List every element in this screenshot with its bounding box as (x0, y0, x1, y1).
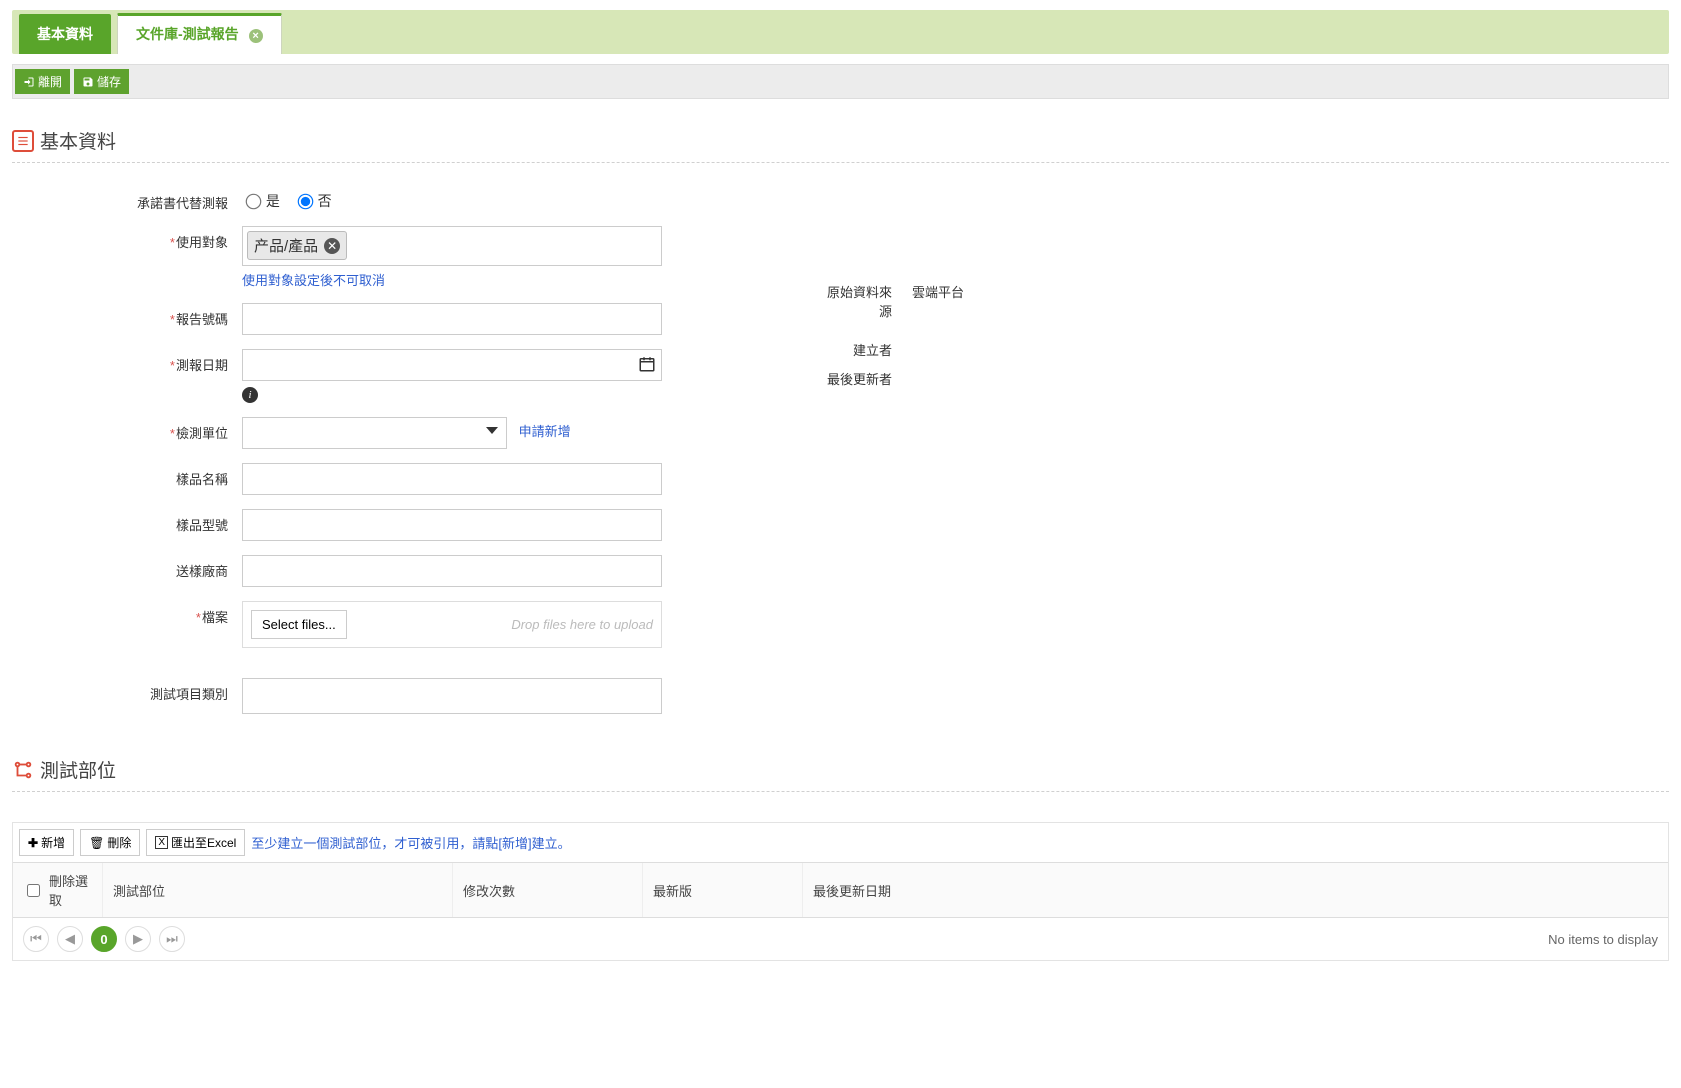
report-date-input[interactable] (242, 349, 662, 381)
delete-button-label: 刪除 (107, 834, 131, 851)
exit-icon (23, 76, 35, 88)
pager-page-number[interactable]: 0 (91, 926, 117, 952)
usage-chip: 产品/產品 ✕ (247, 231, 347, 260)
delete-button[interactable]: 🗑 刪除 (80, 829, 140, 856)
section-basic-info-header: 基本資料 (12, 127, 1669, 154)
calendar-icon[interactable] (638, 355, 656, 373)
commitment-no-radio[interactable] (297, 194, 313, 210)
tab-bar: 基本資料 文件庫-測試報告 × (12, 10, 1669, 54)
hierarchy-icon (12, 759, 34, 781)
drop-hint: Drop files here to upload (511, 617, 653, 632)
report-date-label: 測報日期 (12, 349, 242, 374)
pager-last-button[interactable]: ⏭ (159, 926, 185, 952)
grid-pager: ⏮ ◀ 0 ▶ ⏭ No items to display (13, 918, 1668, 960)
export-excel-button[interactable]: X 匯出至Excel (146, 829, 245, 856)
leave-button-label: 離開 (38, 73, 62, 90)
pager-prev-button[interactable]: ◀ (57, 926, 83, 952)
source-value: 雲端平台 (912, 282, 964, 320)
usage-chip-text: 产品/產品 (254, 235, 318, 256)
yes-label: 是 (266, 193, 280, 209)
add-button[interactable]: ✚ 新增 (19, 829, 74, 856)
col-last-update: 最後更新日期 (813, 881, 891, 900)
unit-label: 檢測單位 (12, 417, 242, 442)
file-label: 檔案 (12, 601, 242, 626)
list-icon (12, 130, 34, 152)
close-tab-icon[interactable]: × (249, 29, 263, 43)
pager-next-button[interactable]: ▶ (125, 926, 151, 952)
usage-hint: 使用對象設定後不可取消 (242, 270, 385, 289)
col-revisions: 修改次數 (463, 881, 515, 900)
export-excel-label: 匯出至Excel (171, 834, 236, 851)
action-bar: 離開 儲存 (12, 64, 1669, 99)
chevron-down-icon (486, 427, 498, 434)
file-dropzone[interactable]: Select files... Drop files here to uploa… (242, 601, 662, 648)
tab-document-test-report[interactable]: 文件庫-測試報告 × (117, 13, 282, 54)
commitment-yes-option[interactable]: 是 (242, 193, 284, 209)
no-label: 否 (318, 193, 332, 209)
report-no-input[interactable] (242, 303, 662, 335)
commitment-no-option[interactable]: 否 (294, 193, 332, 209)
col-test-part: 測試部位 (113, 881, 165, 900)
commitment-yes-radio[interactable] (246, 194, 262, 210)
vendor-label: 送樣廠商 (12, 555, 242, 580)
leave-button[interactable]: 離開 (15, 69, 70, 94)
save-button[interactable]: 儲存 (74, 69, 129, 94)
sample-model-input[interactable] (242, 509, 662, 541)
test-parts-grid: ✚ 新增 🗑 刪除 X 匯出至Excel 至少建立一個測試部位，才可被引用，請點… (12, 822, 1669, 961)
tab-active-label: 文件庫-測試報告 (136, 26, 239, 42)
info-icon[interactable]: i (242, 387, 258, 403)
section-test-parts-header: 測試部位 (12, 756, 1669, 783)
sample-name-label: 樣品名稱 (12, 463, 242, 488)
sample-name-input[interactable] (242, 463, 662, 495)
section-basic-info-title: 基本資料 (40, 127, 116, 154)
divider-2 (12, 791, 1669, 792)
grid-toolbar: ✚ 新增 🗑 刪除 X 匯出至Excel 至少建立一個測試部位，才可被引用，請點… (13, 823, 1668, 862)
save-icon (82, 76, 94, 88)
unit-dropdown[interactable] (242, 417, 507, 449)
tab-basic-info[interactable]: 基本資料 (19, 14, 111, 54)
section-test-parts-title: 測試部位 (40, 756, 116, 783)
save-button-label: 儲存 (97, 73, 121, 90)
col-delete-select: 刪除選取 (49, 871, 92, 909)
sample-model-label: 樣品型號 (12, 509, 242, 534)
commitment-label: 承諾書代替測報 (12, 187, 242, 212)
grid-message: 至少建立一個測試部位，才可被引用，請點[新增]建立。 (251, 833, 570, 852)
category-label: 測試項目類別 (12, 678, 242, 703)
divider (12, 162, 1669, 163)
usage-chipbox[interactable]: 产品/產品 ✕ (242, 226, 662, 266)
plus-icon: ✚ (28, 836, 38, 850)
chip-delete-icon[interactable]: ✕ (324, 238, 340, 254)
select-files-button[interactable]: Select files... (251, 610, 347, 639)
excel-icon: X (155, 836, 168, 849)
vendor-input[interactable] (242, 555, 662, 587)
report-no-label: 報告號碼 (12, 303, 242, 328)
trash-icon: 🗑 (89, 836, 104, 850)
tab-basic-label: 基本資料 (37, 26, 93, 42)
pager-first-button[interactable]: ⏮ (23, 926, 49, 952)
updater-label: 最後更新者 (822, 369, 912, 388)
grid-header-row: 刪除選取 測試部位 修改次數 最新版 最後更新日期 (13, 862, 1668, 918)
add-button-label: 新增 (41, 834, 65, 851)
col-latest: 最新版 (653, 881, 692, 900)
category-input[interactable] (242, 678, 662, 714)
usage-label: 使用對象 (12, 226, 242, 251)
apply-new-link[interactable]: 申請新增 (519, 424, 571, 439)
creator-label: 建立者 (822, 340, 912, 359)
select-all-checkbox[interactable] (27, 884, 40, 897)
source-label: 原始資料來源 (822, 282, 912, 320)
pager-no-items: No items to display (1548, 932, 1658, 947)
